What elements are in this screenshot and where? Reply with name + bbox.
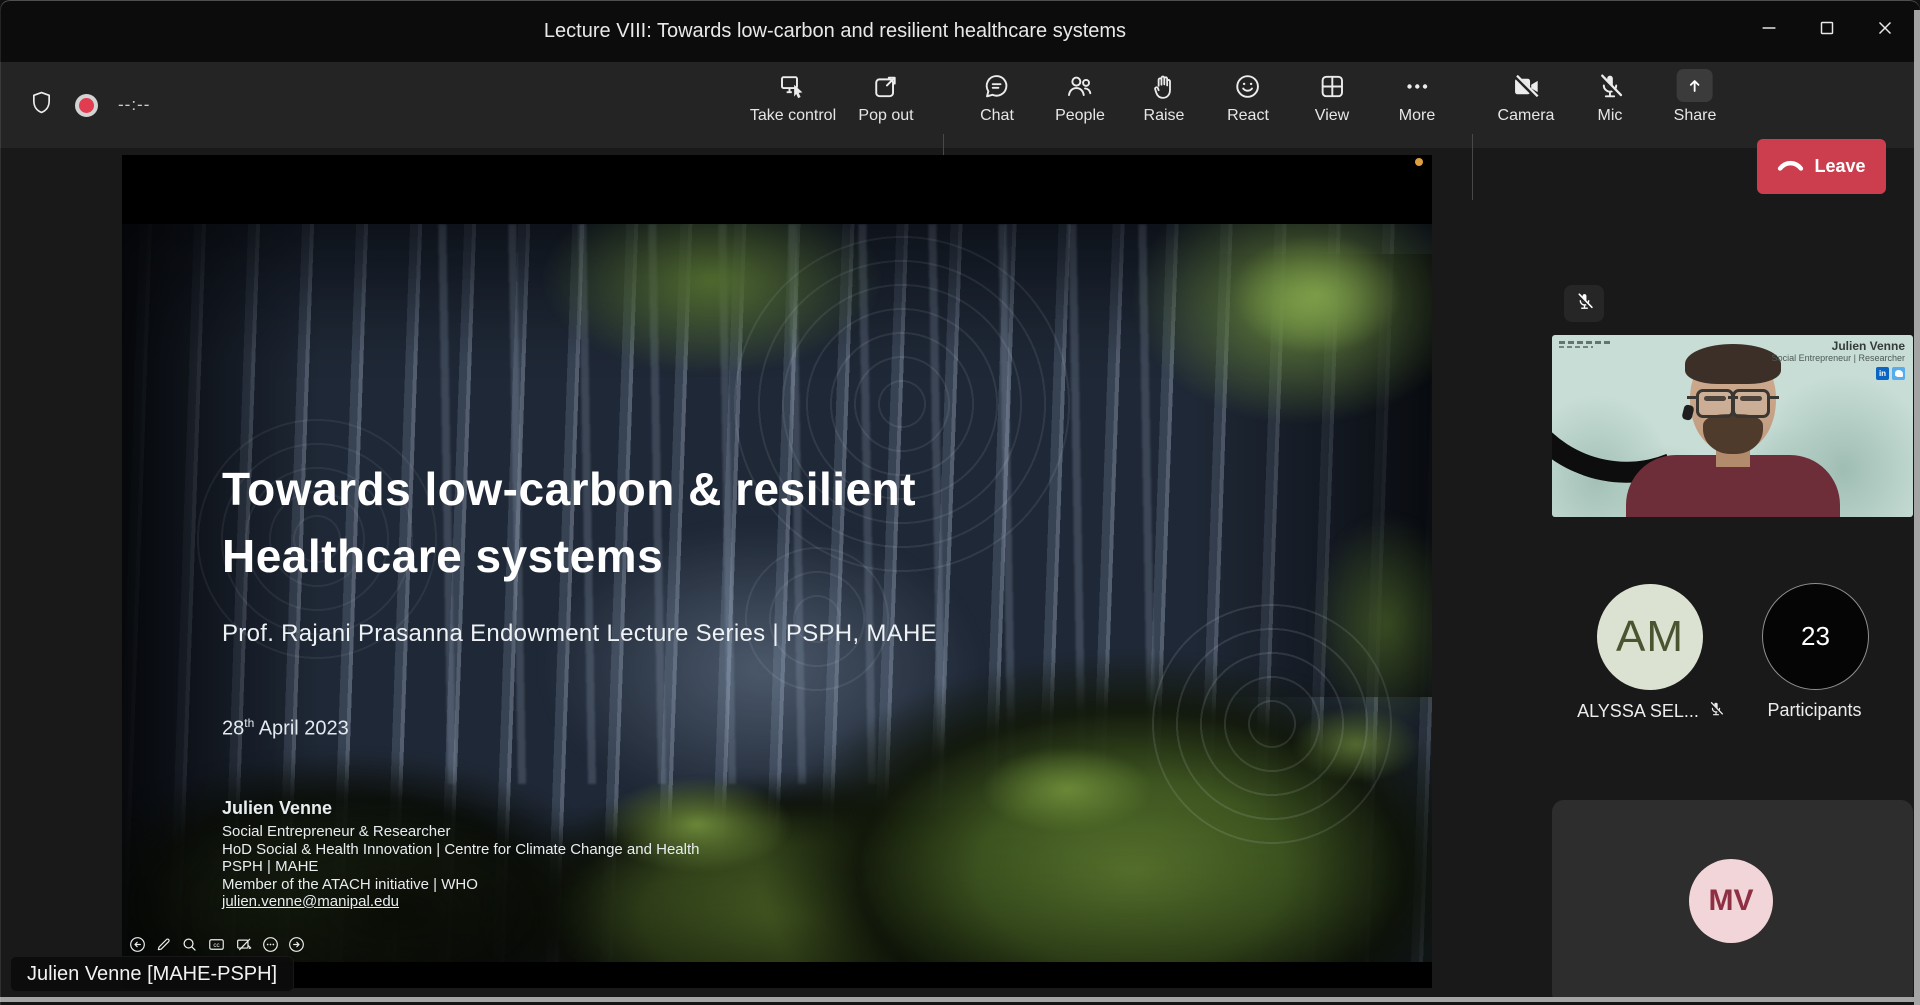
- participant-avatar-am[interactable]: AM: [1597, 584, 1703, 690]
- video-overlay-role: Social Entrepreneur | Researcher: [1772, 353, 1905, 364]
- presenter-hair: [1685, 344, 1781, 384]
- mic-label: Mic: [1598, 107, 1623, 125]
- slide-date: 28th April 2023: [222, 716, 349, 741]
- video-overlay-name: Julien Venne: [1772, 340, 1905, 353]
- mic-off-icon: [1595, 68, 1626, 102]
- slideshow-status-dot: [1415, 158, 1423, 166]
- slide-title-line1: Towards low-carbon & resilient: [222, 456, 916, 523]
- captions-icon[interactable]: cc: [206, 935, 227, 954]
- view-icon: [1316, 68, 1347, 102]
- presenter-glasses: [1687, 389, 1779, 415]
- raise-hand-label: Raise: [1144, 107, 1185, 125]
- slide-title: Towards low-carbon & resilient Healthcar…: [222, 456, 916, 590]
- close-icon: [1874, 17, 1896, 39]
- leave-label: Leave: [1814, 156, 1865, 177]
- shield-icon: [28, 89, 55, 121]
- raise-hand-icon: [1149, 68, 1180, 102]
- window-title: Lecture VIII: Towards low-carbon and res…: [0, 0, 1670, 62]
- screen-share-stage: Towards low-carbon & resilient Healthcar…: [122, 155, 1432, 988]
- participant-tile-mv[interactable]: MV: [1552, 800, 1913, 1005]
- slide-presenter-block: Julien Venne Social Entrepreneur & Resea…: [222, 798, 700, 911]
- minimize-icon: [1758, 17, 1780, 39]
- magnifier-icon[interactable]: [180, 935, 199, 954]
- take-control-button[interactable]: Take control: [750, 68, 836, 144]
- chat-button[interactable]: Chat: [980, 68, 1014, 144]
- chat-icon: [981, 68, 1012, 102]
- svg-text:cc: cc: [213, 942, 219, 949]
- camera-button[interactable]: Camera: [1498, 68, 1555, 144]
- participant-avatar-mv: MV: [1689, 859, 1773, 943]
- twitter-icon: [1892, 367, 1905, 380]
- mic-off-icon: [1707, 700, 1725, 723]
- participant-name-row: ALYSSA SEL...: [1556, 700, 1746, 723]
- mic-button[interactable]: Mic: [1595, 68, 1626, 144]
- take-control-icon: [777, 68, 808, 102]
- people-label: People: [1055, 107, 1105, 125]
- share-button[interactable]: Share: [1674, 68, 1717, 144]
- presenter-name: Julien Venne: [222, 798, 700, 819]
- pop-out-button[interactable]: Pop out: [858, 68, 913, 144]
- slide-subtitle: Prof. Rajani Prasanna Endowment Lecture …: [222, 620, 937, 648]
- teams-meeting-window: Lecture VIII: Towards low-carbon and res…: [0, 0, 1920, 1005]
- maximize-button[interactable]: [1798, 0, 1856, 56]
- share-label: Share: [1674, 107, 1717, 125]
- pen-icon[interactable]: [154, 935, 173, 954]
- camera-label: Camera: [1498, 107, 1555, 125]
- speaker-muted-indicator: [1564, 285, 1604, 322]
- background-tagline: [1559, 346, 1593, 348]
- slide-title-line2: Healthcare systems: [222, 523, 916, 590]
- laser-pointer-off-icon[interactable]: [234, 935, 254, 954]
- slide-waterfall-background: Towards low-carbon & resilient Healthcar…: [122, 224, 1432, 962]
- maximize-icon: [1816, 17, 1838, 39]
- more-label: More: [1399, 107, 1435, 125]
- meeting-status-group: --:--: [28, 62, 150, 148]
- participants-count-badge[interactable]: 23: [1762, 583, 1869, 690]
- window-edge: [1914, 10, 1920, 1005]
- pop-out-label: Pop out: [858, 107, 913, 125]
- react-label: React: [1227, 107, 1269, 125]
- hang-up-icon: [1777, 156, 1804, 177]
- presenter-membership: Member of the ATACH initiative | WHO: [222, 876, 700, 894]
- meeting-toolbar: --:-- Take control Pop out: [0, 62, 1920, 148]
- next-slide-icon[interactable]: [287, 935, 306, 954]
- leave-button[interactable]: Leave: [1757, 139, 1886, 194]
- presenter-email-link[interactable]: julien.venne@manipal.edu: [222, 893, 700, 911]
- background-tagline: [1559, 341, 1611, 344]
- presenter-affiliation: HoD Social & Health Innovation | Centre …: [222, 841, 700, 859]
- sharer-name-label: Julien Venne [MAHE-PSPH]: [10, 956, 294, 992]
- view-label: View: [1315, 107, 1349, 125]
- toolbar-divider: [1472, 134, 1473, 200]
- people-icon: [1064, 68, 1095, 102]
- react-button[interactable]: React: [1227, 68, 1269, 144]
- minimize-button[interactable]: [1740, 0, 1798, 56]
- share-icon: [1677, 68, 1713, 102]
- presenter-video-tile[interactable]: Julien Venne Social Entrepreneur | Resea…: [1552, 335, 1913, 517]
- more-button[interactable]: More: [1399, 68, 1435, 144]
- previous-slide-icon[interactable]: [128, 935, 147, 954]
- people-button[interactable]: People: [1055, 68, 1105, 144]
- linkedin-icon: in: [1876, 367, 1889, 380]
- participants-count-label: Participants: [1737, 700, 1892, 721]
- window-controls: [1740, 0, 1914, 56]
- video-name-overlay: Julien Venne Social Entrepreneur | Resea…: [1772, 340, 1905, 380]
- presenter-institution: PSPH | MAHE: [222, 858, 700, 876]
- chat-label: Chat: [980, 107, 1014, 125]
- view-button[interactable]: View: [1315, 68, 1349, 144]
- participant-name: ALYSSA SEL...: [1577, 701, 1699, 722]
- take-control-label: Take control: [750, 107, 836, 125]
- raise-hand-button[interactable]: Raise: [1144, 68, 1185, 144]
- react-icon: [1232, 68, 1263, 102]
- meeting-timer: --:--: [118, 95, 150, 115]
- pop-out-icon: [871, 68, 902, 102]
- close-button[interactable]: [1856, 0, 1914, 56]
- recording-indicator-icon: [75, 94, 98, 117]
- slideshow-more-icon[interactable]: [261, 935, 280, 954]
- presenter-role: Social Entrepreneur & Researcher: [222, 823, 700, 841]
- mic-off-icon: [1574, 291, 1595, 317]
- slideshow-controls: cc: [128, 935, 306, 954]
- title-bar: Lecture VIII: Towards low-carbon and res…: [0, 0, 1920, 62]
- camera-off-icon: [1511, 68, 1542, 102]
- more-icon: [1401, 68, 1432, 102]
